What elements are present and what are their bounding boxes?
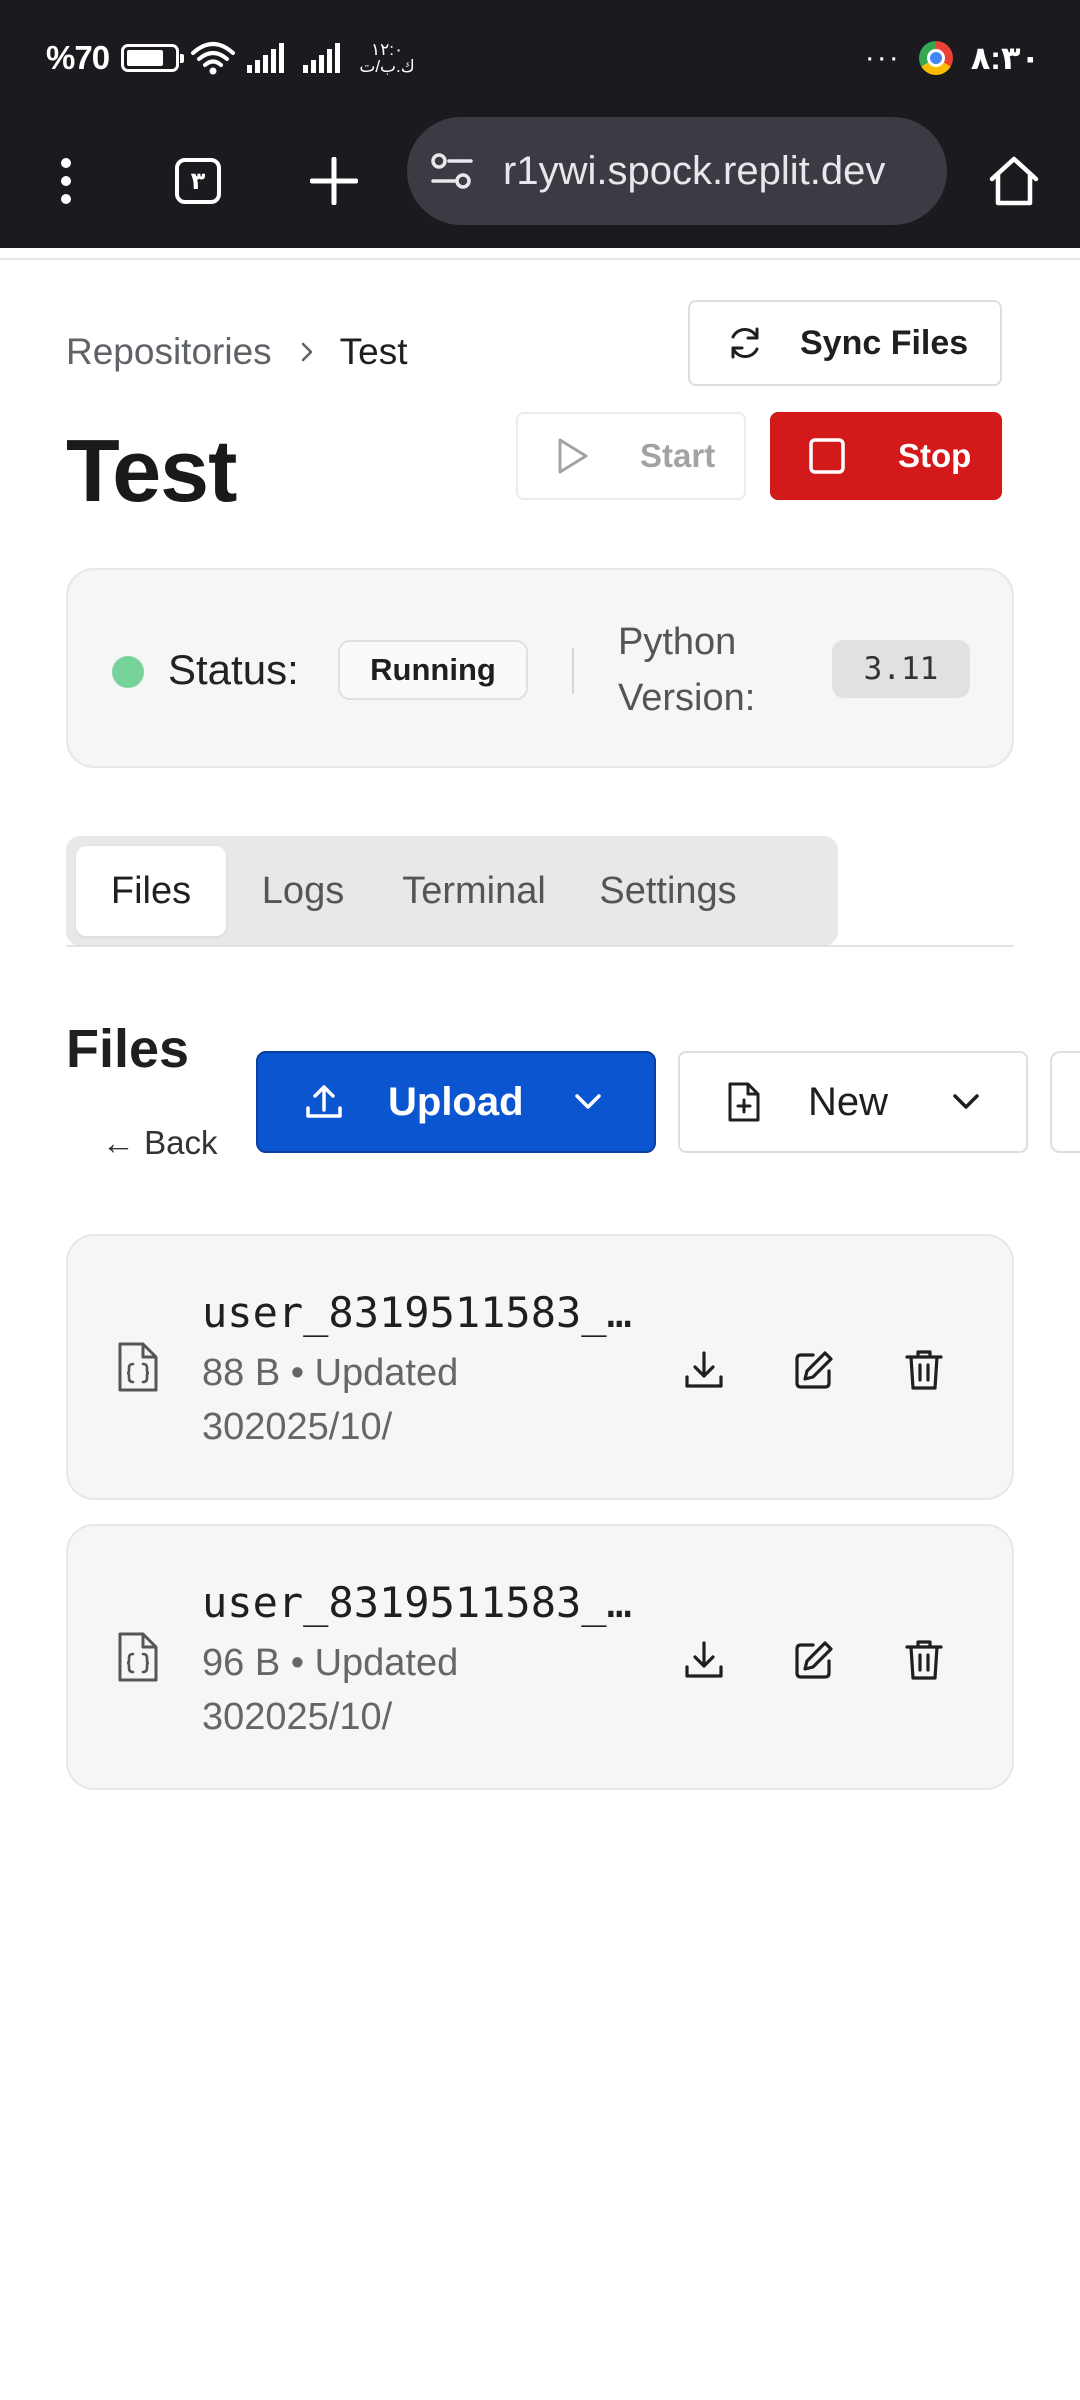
edit-button[interactable] [784, 1340, 844, 1400]
download-icon [685, 1351, 723, 1388]
tab-settings[interactable]: Settings [578, 846, 758, 936]
trash-icon [905, 1350, 943, 1390]
clock: ۸:۳۰ [970, 40, 1040, 76]
code-file-icon [118, 1342, 158, 1392]
kebab-menu-icon [61, 158, 71, 204]
edit-icon [795, 1351, 833, 1389]
address-bar[interactable]: r1ywi.spock.replit.dev [407, 117, 947, 225]
breadcrumb-repositories-link[interactable]: Repositories [66, 331, 272, 373]
chevron-down-icon [574, 1094, 601, 1109]
play-icon [558, 438, 588, 474]
tab-terminal[interactable]: Terminal [384, 846, 564, 936]
chevron-right-icon [301, 342, 312, 362]
overflow-toolbar-button[interactable] [1050, 1051, 1080, 1153]
breadcrumb: Repositories Test [66, 326, 408, 378]
sync-files-label: Sync Files [800, 323, 969, 362]
plus-icon [310, 157, 358, 205]
home-icon [989, 156, 1039, 206]
stop-button[interactable]: Stop [770, 412, 1002, 500]
page-top-divider [0, 258, 1080, 260]
more-notifications-icon: ··· [864, 41, 901, 74]
file-name: user_8319511583_… [202, 1288, 632, 1337]
file-row[interactable]: user_8319511583_… 88 B • Updated 302025/… [66, 1234, 1014, 1500]
new-file-label: New [808, 1079, 889, 1124]
edit-icon [795, 1641, 833, 1679]
tab-logs[interactable]: Logs [238, 846, 368, 936]
start-label: Start [640, 437, 716, 474]
tab-switcher-button[interactable]: ۳ [150, 133, 246, 229]
page-title: Test [66, 421, 237, 520]
chrome-icon [918, 41, 953, 75]
status-divider [572, 648, 574, 694]
system-status-bar: %70 ۱۲:۰ ك.ب/ت ··· ۸:۳۰ [0, 0, 1080, 115]
file-name: user_8319511583_… [202, 1578, 632, 1627]
delete-button[interactable] [894, 1340, 954, 1400]
download-button[interactable] [674, 1340, 734, 1400]
edit-button[interactable] [784, 1630, 844, 1690]
trash-icon [905, 1640, 943, 1680]
tabs-divider [66, 945, 1014, 947]
battery-percentage: %70 [46, 39, 110, 76]
home-button[interactable] [966, 133, 1062, 229]
files-heading: Files [66, 1019, 190, 1079]
file-meta: 88 B • Updated 302025/10/ [202, 1352, 459, 1448]
status-badge: Running [338, 640, 528, 700]
signal-icon-1 [247, 43, 285, 73]
back-link[interactable]: ← Back [102, 1124, 218, 1162]
new-tab-button[interactable] [286, 133, 382, 229]
file-plus-icon [728, 1082, 760, 1122]
status-right-group: ··· ۸:۳۰ [865, 36, 1040, 80]
stop-icon [809, 438, 845, 474]
file-row[interactable]: user_8319511583_… 96 B • Updated 302025/… [66, 1524, 1014, 1790]
site-settings-icon [431, 153, 473, 189]
wifi-icon [191, 42, 236, 75]
status-card: Status: Running Python Version: 3.11 [66, 568, 1014, 768]
code-file-icon [118, 1632, 158, 1682]
upload-icon [306, 1085, 342, 1118]
url-text: r1ywi.spock.replit.dev [503, 149, 886, 193]
python-version-label: Python Version: [618, 621, 756, 719]
signal-icon-2 [303, 43, 341, 73]
status-indicator-dot [112, 656, 144, 688]
start-button[interactable]: Start [516, 412, 746, 500]
status-label: Status: [168, 646, 299, 693]
download-icon [685, 1641, 723, 1678]
new-file-button[interactable]: New [678, 1051, 1028, 1153]
refresh-icon [731, 327, 759, 359]
file-meta: 96 B • Updated 302025/10/ [202, 1642, 459, 1738]
menu-button[interactable] [18, 133, 114, 229]
python-version-badge: 3.11 [832, 640, 970, 698]
breadcrumb-current: Test [339, 331, 408, 372]
tab-list: Files Logs Terminal Settings [66, 836, 838, 946]
tab-files[interactable]: Files [76, 846, 226, 936]
status-left-group: %70 ۱۲:۰ ك.ب/ت [46, 36, 415, 80]
tab-count: ۳ [175, 158, 221, 204]
upload-button[interactable]: Upload [256, 1051, 656, 1153]
carrier-label: ۱۲:۰ ك.ب/ت [359, 40, 415, 76]
battery-icon [121, 44, 185, 72]
stop-label: Stop [898, 437, 972, 474]
delete-button[interactable] [894, 1630, 954, 1690]
sync-files-button[interactable]: Sync Files [688, 300, 1002, 386]
upload-label: Upload [388, 1079, 524, 1124]
chevron-down-icon [953, 1094, 979, 1109]
download-button[interactable] [674, 1630, 734, 1690]
